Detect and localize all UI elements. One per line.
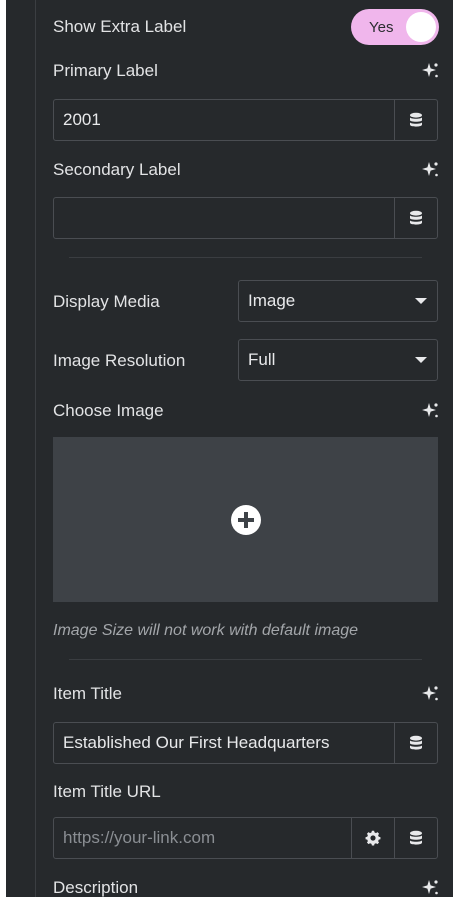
image-upload-area[interactable] bbox=[53, 437, 438, 602]
item-title-url-field: https://your-link.com bbox=[53, 817, 438, 859]
sparkle-ai-icon[interactable] bbox=[421, 62, 439, 80]
plus-circle-icon[interactable] bbox=[230, 504, 261, 535]
caret-down-icon bbox=[415, 298, 427, 304]
image-size-note: Image Size will not work with default im… bbox=[53, 622, 359, 639]
item-title-dynamic-button[interactable] bbox=[394, 723, 437, 763]
sparkle-ai-icon[interactable] bbox=[421, 161, 439, 179]
database-icon bbox=[410, 830, 422, 845]
show-extra-label-toggle[interactable]: Yes bbox=[351, 9, 439, 45]
item-title-url-settings-button[interactable] bbox=[351, 818, 394, 858]
description-label: Description bbox=[53, 878, 139, 897]
toggle-knob bbox=[406, 12, 436, 42]
section-divider bbox=[69, 659, 422, 660]
sparkle-ai-icon[interactable] bbox=[421, 685, 439, 703]
primary-label-input[interactable]: 2001 bbox=[54, 110, 394, 130]
database-icon bbox=[410, 735, 422, 750]
image-resolution-label: Image Resolution bbox=[53, 351, 186, 370]
controls-panel: Show Extra Label Yes Primary Label 2001 … bbox=[6, 0, 453, 897]
show-extra-label-label: Show Extra Label bbox=[53, 17, 187, 36]
panel-left-edge bbox=[6, 0, 36, 897]
item-title-url-input[interactable]: https://your-link.com bbox=[54, 828, 351, 848]
sparkle-ai-icon[interactable] bbox=[421, 402, 439, 420]
sparkle-ai-icon[interactable] bbox=[421, 879, 439, 897]
database-icon bbox=[410, 210, 422, 225]
item-title-url-label: Item Title URL bbox=[53, 782, 161, 801]
primary-label-label: Primary Label bbox=[53, 61, 158, 80]
toggle-yes-text: Yes bbox=[369, 18, 394, 36]
secondary-label-label: Secondary Label bbox=[53, 160, 181, 179]
secondary-label-field bbox=[53, 197, 438, 239]
item-title-label: Item Title bbox=[53, 684, 122, 703]
image-resolution-selected: Full bbox=[248, 350, 276, 369]
primary-label-dynamic-button[interactable] bbox=[394, 100, 437, 140]
item-title-url-dynamic-button[interactable] bbox=[394, 818, 437, 858]
gear-icon bbox=[365, 830, 381, 846]
image-resolution-select[interactable]: Full bbox=[238, 339, 438, 381]
primary-label-field: 2001 bbox=[53, 99, 438, 141]
display-media-selected: Image bbox=[248, 291, 296, 310]
item-title-input[interactable]: Established Our First Headquarters bbox=[54, 733, 394, 753]
section-divider bbox=[69, 257, 422, 258]
caret-down-icon bbox=[415, 357, 427, 363]
display-media-select[interactable]: Image bbox=[238, 280, 438, 322]
secondary-label-dynamic-button[interactable] bbox=[394, 198, 437, 238]
choose-image-label: Choose Image bbox=[53, 401, 164, 420]
item-title-field: Established Our First Headquarters bbox=[53, 722, 438, 764]
database-icon bbox=[410, 112, 422, 127]
display-media-label: Display Media bbox=[53, 292, 160, 311]
